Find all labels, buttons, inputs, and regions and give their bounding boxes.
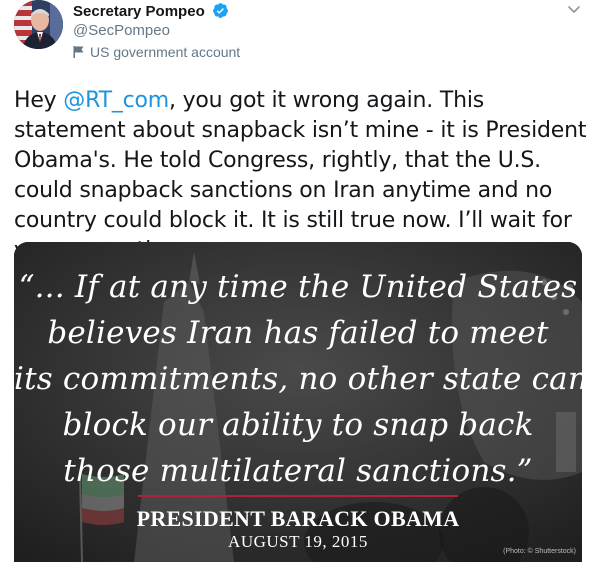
author-handle[interactable]: @SecPompeo xyxy=(73,22,170,39)
quote-line: block our ability to snap back xyxy=(62,407,534,443)
verified-badge-icon xyxy=(212,3,228,18)
chevron-down-icon[interactable] xyxy=(566,1,582,17)
tweet-text-body: , you got it wrong again. This statement… xyxy=(14,88,587,263)
quote-line: those multilateral sanctions.” xyxy=(63,453,533,489)
government-account-label: US government account xyxy=(73,44,240,60)
quote-line: believes Iran has failed to meet xyxy=(47,315,549,351)
avatar-photo xyxy=(14,0,63,49)
quote-line: its commitments, no other state can xyxy=(14,361,582,397)
avatar[interactable] xyxy=(14,0,63,49)
photo-credit: (Photo: © Shutterstock) xyxy=(503,548,576,555)
attribution-date: AUGUST 19, 2015 xyxy=(228,532,368,551)
author-name-row[interactable]: Secretary Pompeo xyxy=(73,2,229,20)
quote-line: “... If at any time the United States xyxy=(18,269,578,305)
author-name[interactable]: Secretary Pompeo xyxy=(73,3,205,20)
mention-link[interactable]: @RT_com xyxy=(63,88,169,113)
tweet: Secretary Pompeo @SecPompeo US governmen… xyxy=(0,0,599,562)
tweet-text: Hey @RT_com, you got it wrong again. Thi… xyxy=(14,86,589,266)
tweet-text-lead: Hey xyxy=(14,88,64,113)
quote-text: “... If at any time the United States be… xyxy=(14,264,582,494)
divider-rule xyxy=(138,495,458,497)
attribution-name: PRESIDENT BARACK OBAMA xyxy=(136,506,460,531)
flag-icon xyxy=(73,46,84,58)
tweet-media-image[interactable]: “... If at any time the United States be… xyxy=(14,242,582,562)
government-account-text: US government account xyxy=(90,44,241,60)
